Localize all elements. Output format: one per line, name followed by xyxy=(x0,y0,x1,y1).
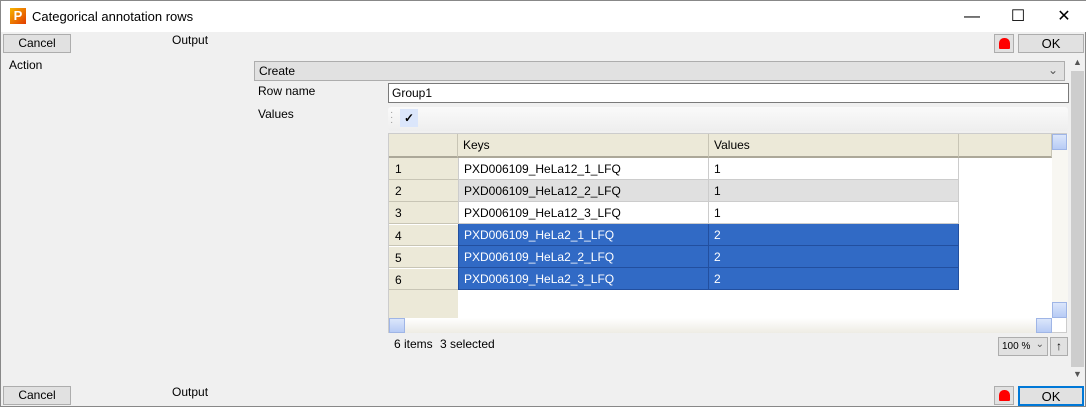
row-name-label: Row name xyxy=(258,84,316,98)
column-header-keys[interactable]: Keys xyxy=(458,134,709,158)
column-header-values[interactable]: Values xyxy=(709,134,959,158)
minimize-button[interactable]: — xyxy=(949,1,995,32)
row-number[interactable]: 6 xyxy=(389,268,458,290)
window-title: Categorical annotation rows xyxy=(32,9,194,24)
row-number[interactable]: 3 xyxy=(389,202,458,224)
row-number[interactable]: 1 xyxy=(389,158,458,180)
scroll-thumb[interactable] xyxy=(1071,71,1084,367)
scroll-down-icon[interactable]: ▼ xyxy=(1070,369,1085,383)
row-number[interactable]: 5 xyxy=(389,246,458,268)
key-cell[interactable]: PXD006109_HeLa2_3_LFQ xyxy=(458,268,709,290)
hscroll-thumb-left[interactable] xyxy=(389,318,405,333)
output-label-top: Output xyxy=(172,33,209,47)
scroll-up-icon[interactable]: ▲ xyxy=(1070,57,1085,71)
value-cell[interactable]: 1 xyxy=(709,202,959,224)
app-icon: P xyxy=(10,8,26,24)
title-bar: P Categorical annotation rows — ☐ ✕ xyxy=(1,1,1086,32)
up-button[interactable]: ↑ xyxy=(1050,337,1068,356)
key-cell[interactable]: PXD006109_HeLa12_2_LFQ xyxy=(458,180,709,202)
ok-button-top[interactable]: OK xyxy=(1018,34,1084,53)
values-toolbar: · · · ✓ xyxy=(388,107,1068,131)
row-header-corner xyxy=(389,134,458,158)
grid-hscrollbar[interactable] xyxy=(389,318,1052,333)
ghost-button-bottom[interactable] xyxy=(994,386,1014,405)
main-scrollbar[interactable]: ▲ ▼ xyxy=(1070,57,1085,383)
value-cell[interactable]: 1 xyxy=(709,158,959,180)
key-cell[interactable]: PXD006109_HeLa2_2_LFQ xyxy=(458,246,709,268)
ok-button-bottom[interactable]: OK xyxy=(1018,386,1084,406)
value-cell[interactable]: 1 xyxy=(709,180,959,202)
action-value: Create xyxy=(259,64,296,78)
key-cell[interactable]: PXD006109_HeLa12_1_LFQ xyxy=(458,158,709,180)
cancel-button-top[interactable]: Cancel xyxy=(3,34,71,53)
close-button[interactable]: ✕ xyxy=(1041,1,1086,32)
chevron-down-icon: ⌄ xyxy=(1047,63,1058,77)
cancel-button-bottom[interactable]: Cancel xyxy=(3,386,71,405)
values-table: Keys Values 1 PXD006109_HeLa12_1_LFQ 12 … xyxy=(388,133,1068,333)
hscroll-thumb-right[interactable] xyxy=(1036,318,1052,333)
grid-vscrollbar[interactable] xyxy=(1052,134,1068,318)
row-number[interactable]: 2 xyxy=(389,180,458,202)
ghost-button-top[interactable] xyxy=(994,34,1014,53)
chevron-down-icon: ⌄ xyxy=(1035,339,1044,350)
vscroll-thumb-top[interactable] xyxy=(1052,134,1067,150)
key-cell[interactable]: PXD006109_HeLa2_1_LFQ xyxy=(458,224,709,246)
action-dropdown[interactable]: Create ⌄ xyxy=(254,61,1065,81)
items-count: 6 items xyxy=(394,337,433,351)
zoom-select[interactable]: 100 % ⌄ xyxy=(998,337,1048,356)
ghost-icon xyxy=(999,38,1010,49)
value-cell[interactable]: 2 xyxy=(709,246,959,268)
check-button[interactable]: ✓ xyxy=(400,109,418,127)
output-label-bottom: Output xyxy=(172,385,209,399)
value-cell[interactable]: 2 xyxy=(709,224,959,246)
action-label: Action xyxy=(9,58,43,72)
selected-count: 3 selected xyxy=(440,337,495,351)
key-cell[interactable]: PXD006109_HeLa12_3_LFQ xyxy=(458,202,709,224)
vscroll-thumb-bottom[interactable] xyxy=(1052,302,1067,318)
zoom-value: 100 % xyxy=(1002,341,1031,352)
toolbar-grip-icon: · · · xyxy=(390,107,394,128)
values-label: Values xyxy=(258,107,294,121)
row-name-input[interactable]: Group1 xyxy=(388,83,1069,103)
row-number[interactable]: 4 xyxy=(389,224,458,246)
value-cell[interactable]: 2 xyxy=(709,268,959,290)
ghost-icon xyxy=(999,390,1010,401)
maximize-button[interactable]: ☐ xyxy=(995,1,1041,32)
column-header-empty xyxy=(959,134,1052,158)
